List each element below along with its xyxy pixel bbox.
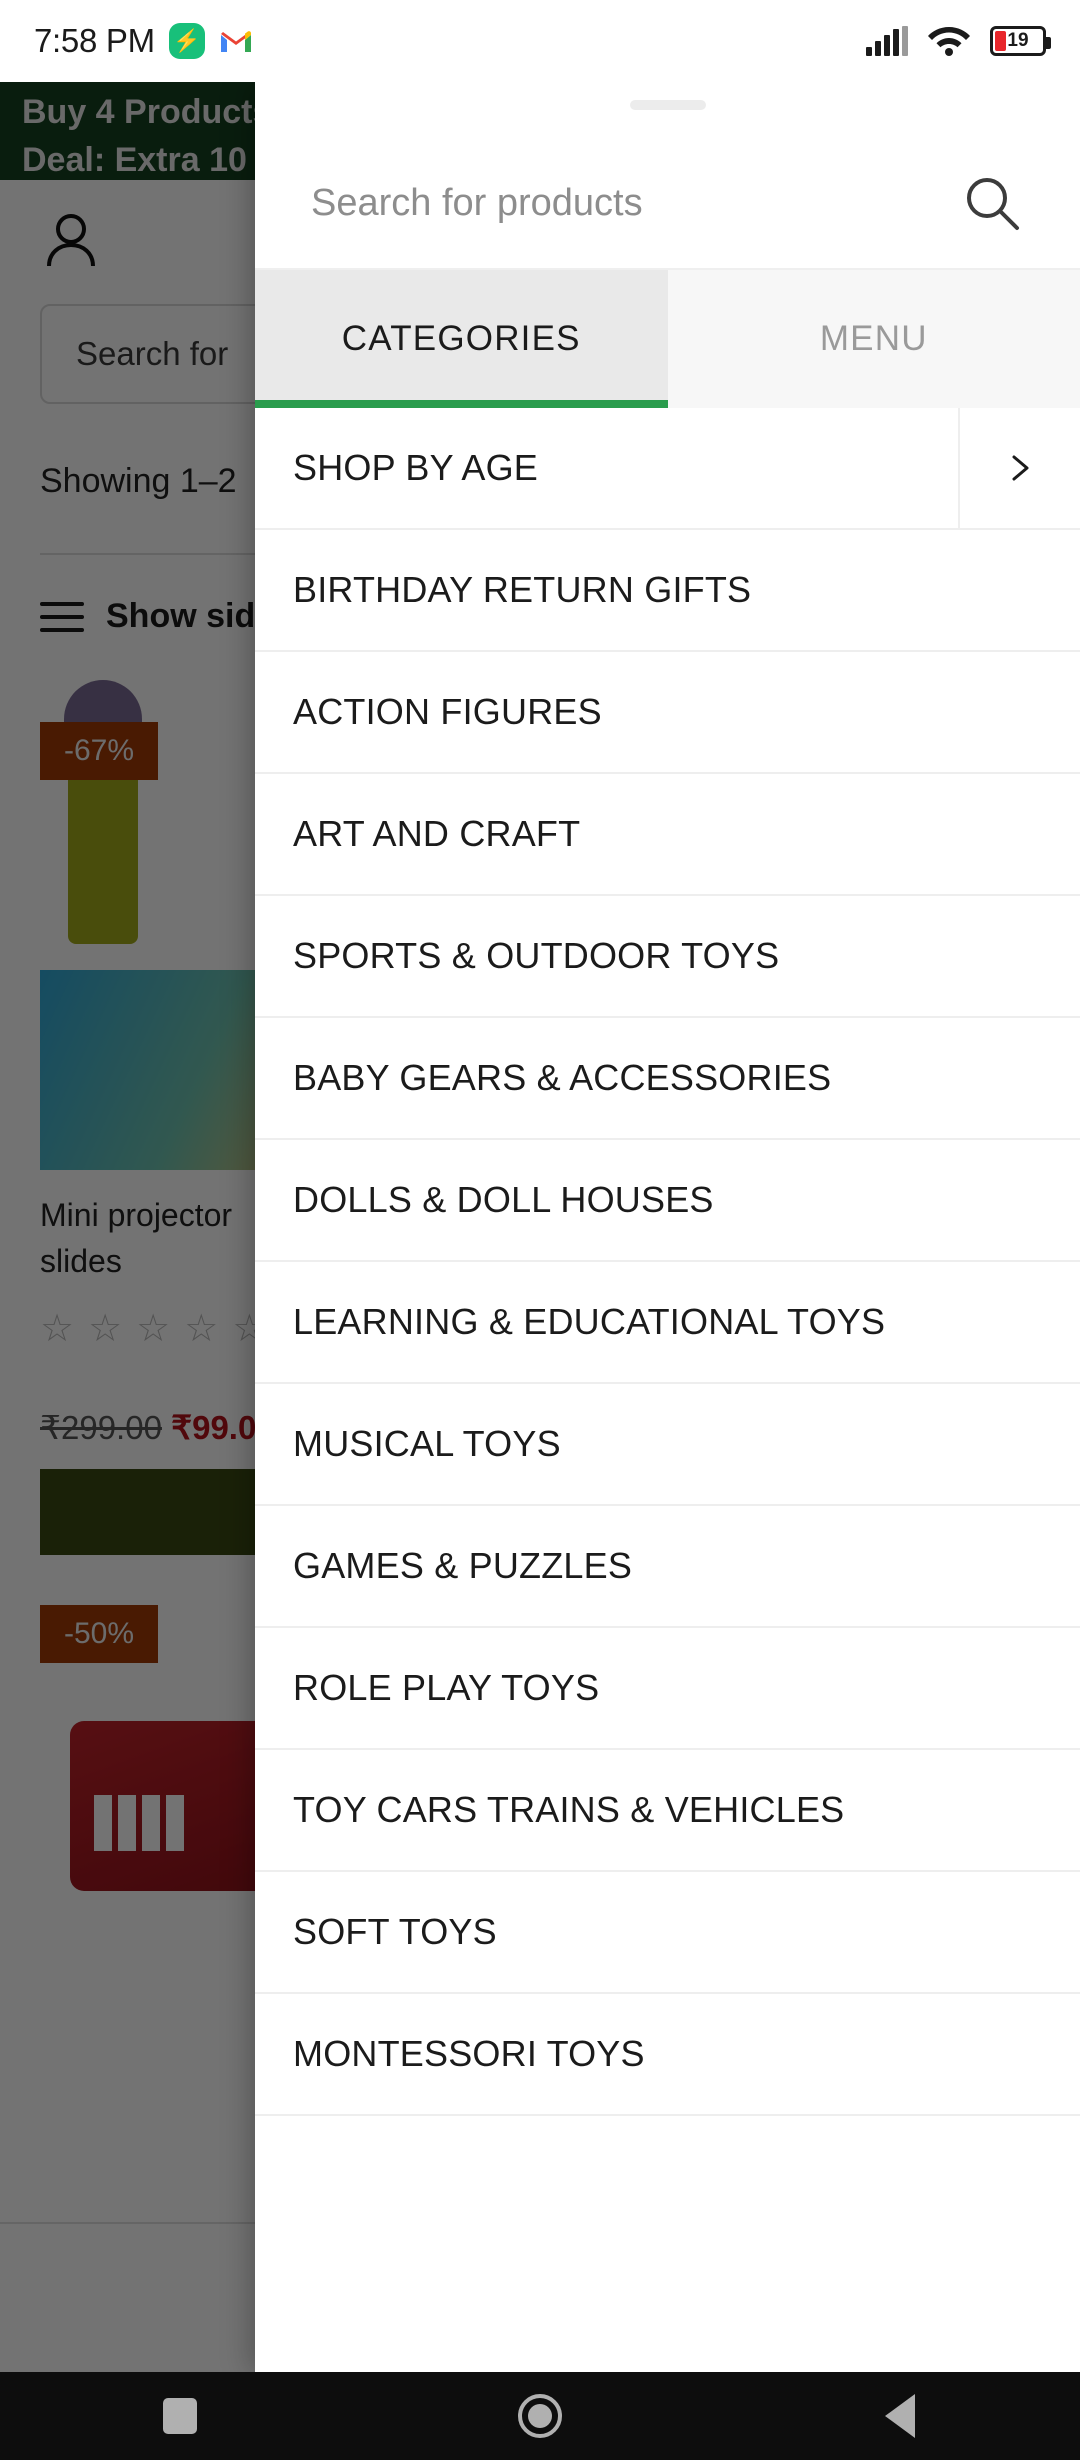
status-bar-left: 7:58 PM ⚡	[34, 22, 253, 60]
category-row[interactable]: LEARNING & EDUCATIONAL TOYS	[255, 1262, 1080, 1384]
category-row[interactable]: MONTESSORI TOYS	[255, 1994, 1080, 2116]
category-label: SOFT TOYS	[293, 1911, 497, 1952]
expand-subcategory-button[interactable]	[958, 408, 1080, 528]
category-row[interactable]: SPORTS & OUTDOOR TOYS	[255, 896, 1080, 1018]
status-time: 7:58 PM	[34, 22, 155, 59]
category-row[interactable]: GAMES & PUZZLES	[255, 1506, 1080, 1628]
category-label: TOY CARS TRAINS & VEHICLES	[293, 1789, 845, 1830]
drawer-tabs: CATEGORIES MENU	[255, 268, 1080, 408]
tab-menu[interactable]: MENU	[667, 270, 1080, 408]
back-triangle-icon	[885, 2394, 915, 2438]
category-label: LEARNING & EDUCATIONAL TOYS	[293, 1301, 886, 1342]
category-row[interactable]: BABY GEARS & ACCESSORIES	[255, 1018, 1080, 1140]
signal-icon	[866, 26, 908, 56]
battery-icon: 19	[990, 26, 1051, 56]
category-row[interactable]: SOFT TOYS	[255, 1872, 1080, 1994]
home-button[interactable]	[360, 2394, 720, 2438]
category-label: DOLLS & DOLL HOUSES	[293, 1179, 714, 1220]
category-label: SPORTS & OUTDOOR TOYS	[293, 935, 780, 976]
bolt-icon: ⚡	[168, 23, 205, 59]
drawer-search-row[interactable]: Search for products	[255, 138, 1080, 268]
recents-button[interactable]	[0, 2398, 360, 2434]
battery-percent: 19	[1007, 30, 1029, 51]
category-row[interactable]: ACTION FIGURES	[255, 652, 1080, 774]
category-label: GAMES & PUZZLES	[293, 1545, 633, 1586]
category-row[interactable]: ROLE PLAY TOYS	[255, 1628, 1080, 1750]
category-label: ART AND CRAFT	[293, 813, 581, 854]
category-label: MUSICAL TOYS	[293, 1423, 561, 1464]
wifi-icon	[926, 22, 972, 61]
tab-categories[interactable]: CATEGORIES	[255, 270, 668, 408]
app-screen: 7:58 PM ⚡ 19 Search for products CATEGOR…	[0, 0, 1080, 2460]
category-label: BIRTHDAY RETURN GIFTS	[293, 569, 752, 610]
category-row[interactable]: MUSICAL TOYS	[255, 1384, 1080, 1506]
category-list: SHOP BY AGE BIRTHDAY RETURN GIFTS ACTION F…	[255, 408, 1080, 2116]
category-row[interactable]: BIRTHDAY RETURN GIFTS	[255, 530, 1080, 652]
category-label: ACTION FIGURES	[293, 691, 602, 732]
search-input[interactable]: Search for products	[311, 182, 643, 225]
search-icon[interactable]	[962, 173, 1022, 233]
category-label: BABY GEARS & ACCESSORIES	[293, 1057, 832, 1098]
category-row[interactable]: DOLLS & DOLL HOUSES	[255, 1140, 1080, 1262]
drawer-handle[interactable]	[629, 100, 706, 110]
home-circle-icon	[518, 2394, 562, 2438]
status-bar-right: 19	[866, 22, 1051, 61]
gmail-icon	[219, 28, 253, 54]
back-button[interactable]	[720, 2394, 1080, 2438]
status-bar: 7:58 PM ⚡ 19	[0, 0, 1080, 82]
recents-square-icon	[163, 2398, 197, 2434]
chevron-right-icon	[1005, 453, 1035, 483]
category-row[interactable]: TOY CARS TRAINS & VEHICLES	[255, 1750, 1080, 1872]
category-row[interactable]: ART AND CRAFT	[255, 774, 1080, 896]
android-navigation-bar	[0, 2372, 1080, 2460]
category-label: SHOP BY AGE	[293, 447, 538, 488]
category-label: ROLE PLAY TOYS	[293, 1667, 600, 1708]
category-label: MONTESSORI TOYS	[293, 2033, 645, 2074]
categories-drawer: Search for products CATEGORIES MENU SHOP…	[255, 82, 1080, 2372]
category-row[interactable]: SHOP BY AGE	[255, 408, 1080, 530]
